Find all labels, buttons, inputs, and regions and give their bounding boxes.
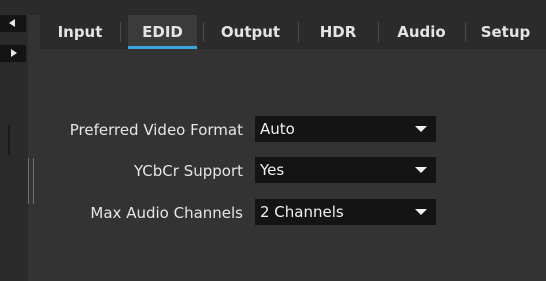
max-audio-channels-dropdown[interactable]: 2 Channels [255, 199, 436, 225]
max-audio-channels-label: Max Audio Channels [90, 204, 243, 222]
tab-bar: Input EDID Output HDR Audio Setup [40, 15, 546, 49]
scroll-tabs-left-button[interactable] [0, 15, 26, 32]
chevron-left-icon [9, 19, 15, 27]
tab-divider [120, 22, 121, 42]
scroll-tabs-right-button[interactable] [0, 45, 26, 62]
tab-audio[interactable]: Audio [378, 15, 465, 49]
chevron-right-icon [11, 49, 17, 57]
edid-settings-panel: Preferred Video Format Auto YCbCr Suppor… [40, 49, 546, 281]
tab-input[interactable]: Input [40, 15, 120, 49]
ycbcr-support-value: Yes [260, 161, 285, 179]
chevron-down-icon [415, 167, 427, 173]
tab-setup[interactable]: Setup [465, 15, 546, 49]
max-audio-channels-value: 2 Channels [260, 203, 344, 221]
side-rail [0, 0, 40, 281]
preferred-video-format-label: Preferred Video Format [69, 121, 243, 139]
ycbcr-support-dropdown[interactable]: Yes [255, 157, 436, 183]
chevron-down-icon [415, 209, 427, 215]
sidebar-strip [28, 15, 40, 281]
preferred-video-format-value: Auto [260, 120, 295, 138]
preferred-video-format-dropdown[interactable]: Auto [255, 116, 436, 142]
tab-output[interactable]: Output [203, 15, 298, 49]
ycbcr-support-label: YCbCr Support [133, 162, 243, 180]
tab-edid[interactable]: EDID [128, 15, 197, 49]
panel-edge [8, 125, 10, 155]
chevron-down-icon [415, 126, 427, 132]
tab-hdr[interactable]: HDR [298, 15, 378, 49]
